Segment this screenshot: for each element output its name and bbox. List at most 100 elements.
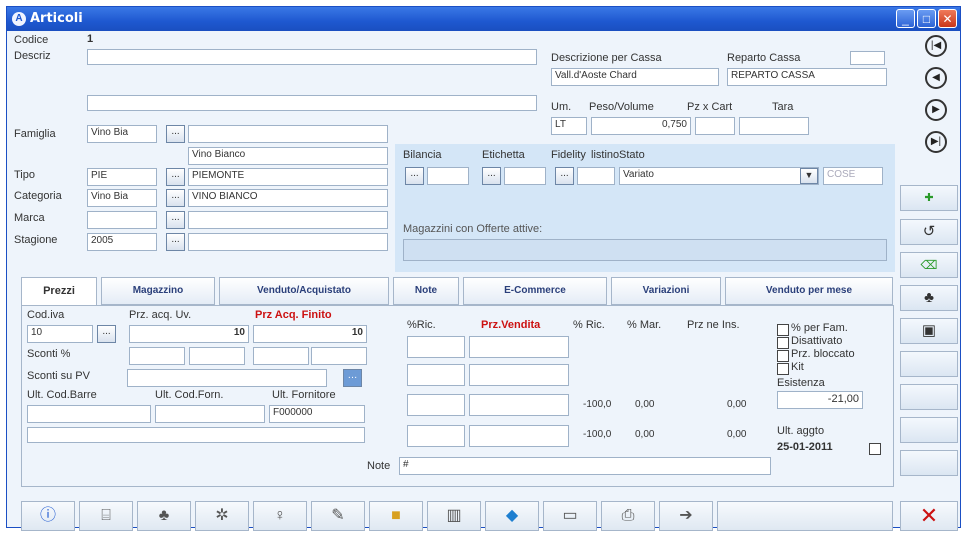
famiglia-desc-field[interactable]: Vino Bianco: [188, 147, 388, 165]
sconto-2-field[interactable]: [189, 347, 245, 365]
last-record-button[interactable]: ▶|: [917, 127, 955, 157]
maximize-button[interactable]: □: [917, 9, 936, 28]
categoria-desc-field[interactable]: VINO BIANCO: [188, 189, 388, 207]
codiva-field[interactable]: 10: [27, 325, 93, 343]
scontipv-button[interactable]: …: [343, 369, 362, 387]
sconto-3-field[interactable]: [253, 347, 309, 365]
delete-record-button[interactable]: ⌫: [900, 252, 958, 278]
scontipv-field[interactable]: [127, 369, 327, 387]
tool-5-button[interactable]: ♀: [253, 501, 307, 531]
sconto-1-field[interactable]: [129, 347, 185, 365]
tab-variazioni[interactable]: Variazioni: [611, 277, 721, 305]
um-field[interactable]: LT: [551, 117, 587, 135]
tool-7-button[interactable]: ■: [369, 501, 423, 531]
nric-row3-field[interactable]: [407, 394, 465, 416]
fidelity-field[interactable]: [577, 167, 615, 185]
save-button[interactable]: ▣: [900, 318, 958, 344]
famiglia-lookup-button[interactable]: ...: [166, 125, 185, 143]
nric-row1-field[interactable]: [407, 336, 465, 358]
perfam-checkbox[interactable]: [777, 324, 789, 336]
tool-12-button[interactable]: ➔: [659, 501, 713, 531]
prev-record-button[interactable]: ◀: [917, 63, 955, 93]
note-field[interactable]: #: [399, 457, 771, 475]
reparto-field[interactable]: REPARTO CASSA: [727, 68, 887, 86]
ultcodforn-field[interactable]: [155, 405, 265, 423]
side-button-empty-4[interactable]: [900, 450, 958, 476]
tool-6-button[interactable]: ✎: [311, 501, 365, 531]
chevron-down-icon[interactable]: ▼: [800, 168, 818, 184]
undo-button[interactable]: ↺: [900, 219, 958, 245]
side-button-empty-1[interactable]: [900, 351, 958, 377]
first-record-button[interactable]: |◀: [917, 31, 955, 61]
przvendita-row2-field[interactable]: [469, 364, 569, 386]
ultcodbarre-field[interactable]: [27, 405, 151, 423]
etichetta-field[interactable]: [504, 167, 546, 185]
descriz-field-2[interactable]: [87, 95, 537, 111]
tab-ecommerce[interactable]: E-Commerce: [463, 277, 607, 305]
tab-venduto-per-mese[interactable]: Venduto per mese: [725, 277, 893, 305]
marca-lookup-button[interactable]: ...: [166, 211, 185, 229]
reparto-label: Reparto Cassa: [727, 52, 801, 64]
famiglia-extra-field[interactable]: [188, 125, 388, 143]
bilancia-field[interactable]: [427, 167, 469, 185]
close-window-button[interactable]: ✕: [938, 9, 957, 28]
calc-button[interactable]: ⌸: [79, 501, 133, 531]
ultfornitore-field[interactable]: F000000: [269, 405, 365, 423]
stagione-code-field[interactable]: 2005: [87, 233, 157, 251]
gear-icon: ✲: [215, 507, 229, 524]
marca-code-field[interactable]: [87, 211, 157, 229]
side-button-empty-2[interactable]: [900, 384, 958, 410]
cose-button[interactable]: COSE: [823, 167, 883, 185]
next-record-button[interactable]: ▶: [917, 95, 955, 125]
descriz-field[interactable]: [87, 49, 537, 65]
ultaggto-checkbox[interactable]: [869, 443, 881, 455]
fidelity-button[interactable]: ...: [555, 167, 574, 185]
przacqfinito-field[interactable]: 10: [253, 325, 367, 343]
barcode-icon: ▥: [446, 507, 462, 524]
side-button-empty-3[interactable]: [900, 417, 958, 443]
sconto-4-field[interactable]: [311, 347, 367, 365]
info-button[interactable]: ⓘ: [21, 501, 75, 531]
marca-desc-field[interactable]: [188, 211, 388, 229]
famiglia-code-field[interactable]: Vino Bia: [87, 125, 157, 143]
tool-9-button[interactable]: ◆: [485, 501, 539, 531]
categoria-code-field[interactable]: Vino Bia: [87, 189, 157, 207]
etichetta-button[interactable]: ...: [482, 167, 501, 185]
tab-note[interactable]: Note: [393, 277, 459, 305]
barcode-button[interactable]: ▥: [427, 501, 481, 531]
find-button[interactable]: ♣: [137, 501, 191, 531]
tool-11-button[interactable]: ⎙: [601, 501, 655, 531]
prz-bloccato-checkbox[interactable]: [777, 350, 789, 362]
tool-10-button[interactable]: ▭: [543, 501, 597, 531]
stato-select[interactable]: Variato: [619, 167, 819, 185]
tipo-lookup-button[interactable]: ...: [166, 168, 185, 186]
stagione-label: Stagione: [14, 234, 58, 246]
minimize-button[interactable]: _: [896, 9, 915, 28]
przacq-field[interactable]: 10: [129, 325, 249, 343]
tara-field[interactable]: [739, 117, 809, 135]
add-record-button[interactable]: ✚: [900, 185, 958, 211]
search-button[interactable]: ♣: [900, 285, 958, 311]
disattivato-checkbox[interactable]: [777, 337, 789, 349]
close-form-button[interactable]: ✕: [900, 501, 958, 531]
reparto-code-field[interactable]: [850, 51, 885, 65]
bilancia-button[interactable]: ...: [405, 167, 424, 185]
stagione-desc-field[interactable]: [188, 233, 388, 251]
przvendita-row1-field[interactable]: [469, 336, 569, 358]
tab-magazzino[interactable]: Magazzino: [101, 277, 215, 305]
kit-checkbox[interactable]: [777, 363, 789, 375]
nric-row4-field[interactable]: [407, 425, 465, 447]
stagione-lookup-button[interactable]: ...: [166, 233, 185, 251]
tab-venduto-acquistato[interactable]: Venduto/Acquistato: [219, 277, 389, 305]
tipo-desc-field[interactable]: PIEMONTE: [188, 168, 388, 186]
nric-row2-field[interactable]: [407, 364, 465, 386]
przvendita-row3-field[interactable]: [469, 394, 569, 416]
peso-field[interactable]: 0,750: [591, 117, 691, 135]
codiva-lookup-button[interactable]: ...: [97, 325, 116, 343]
tool-4-button[interactable]: ✲: [195, 501, 249, 531]
categoria-lookup-button[interactable]: ...: [166, 189, 185, 207]
pzcont-field[interactable]: [695, 117, 735, 135]
descr-cassa-field[interactable]: Vall.d'Aoste Chard: [551, 68, 719, 86]
tipo-code-field[interactable]: PIE: [87, 168, 157, 186]
przvendita-row4-field[interactable]: [469, 425, 569, 447]
